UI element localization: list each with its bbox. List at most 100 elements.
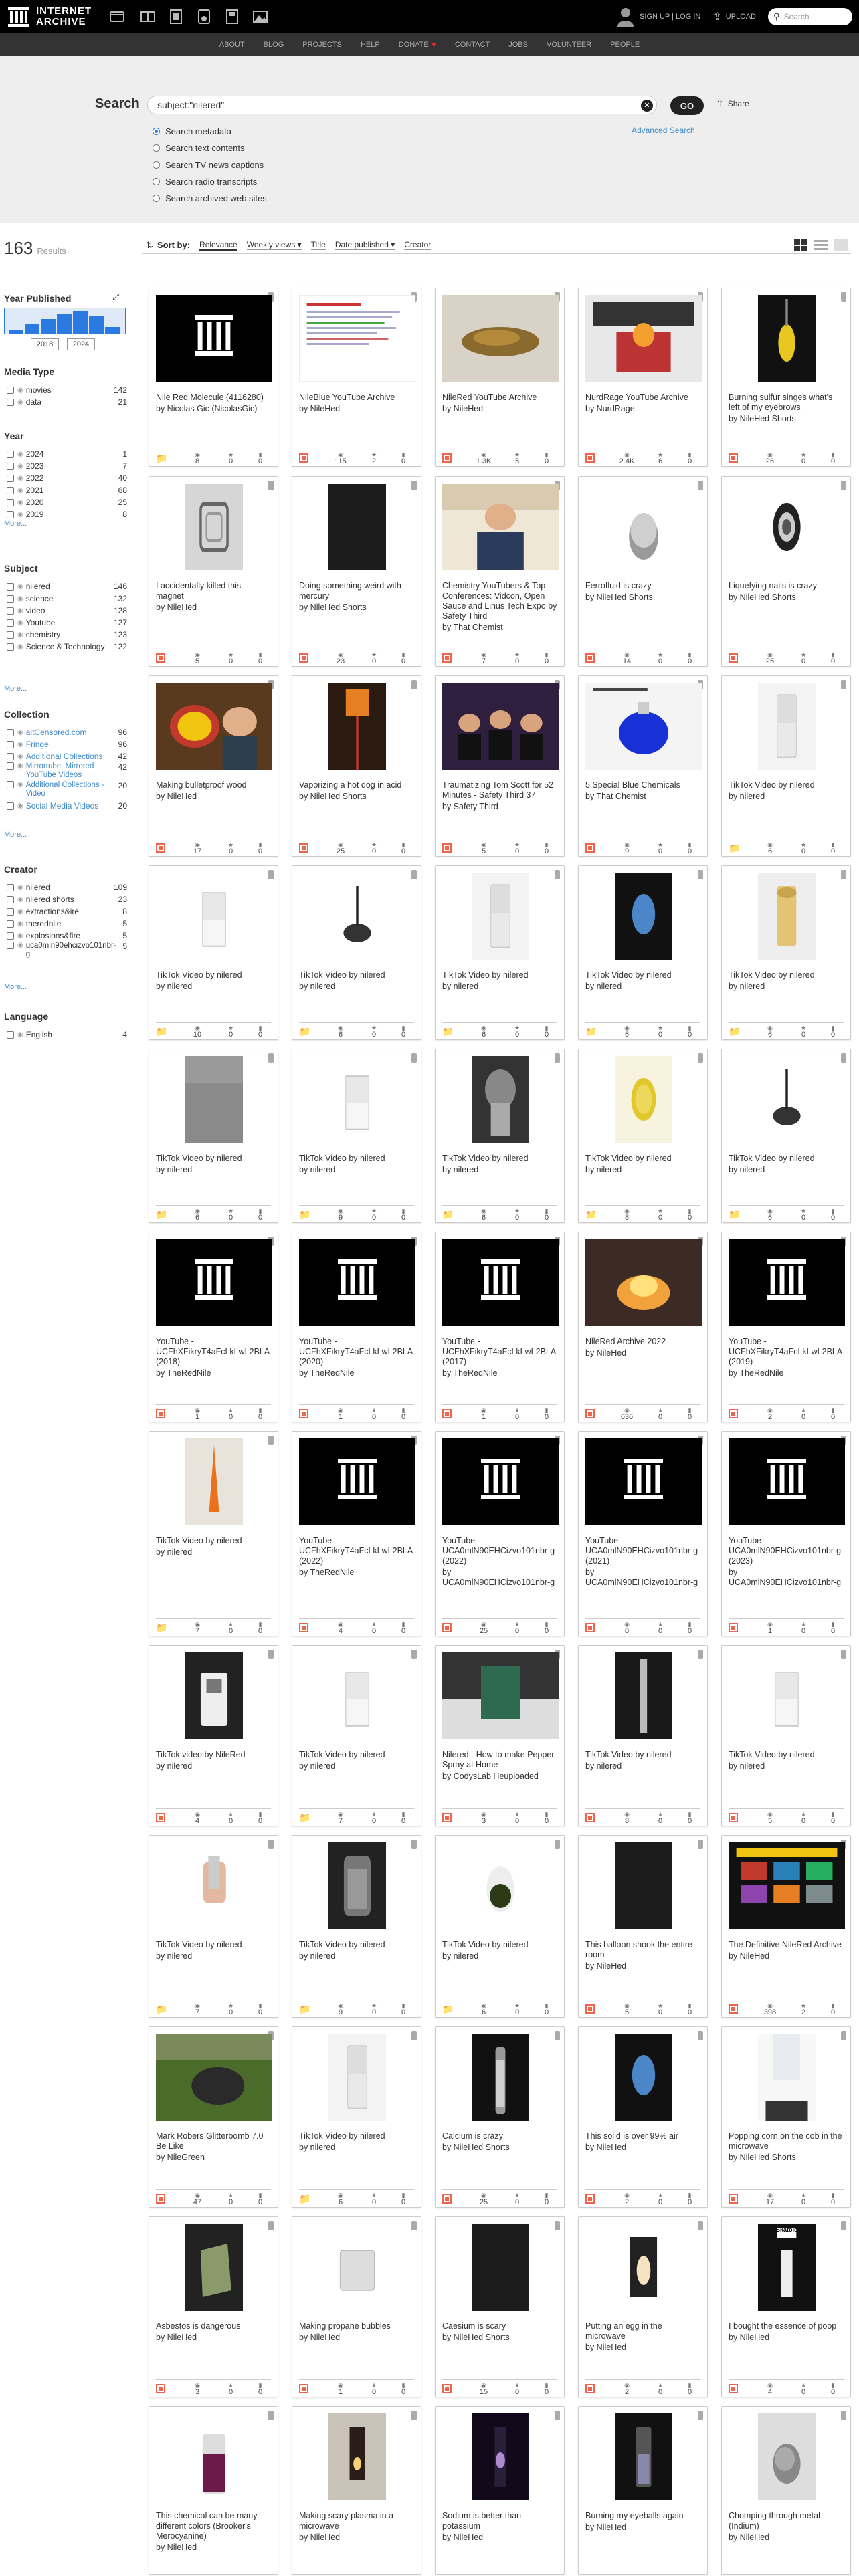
item-thumbnail[interactable] — [442, 484, 559, 570]
hide-facet-icon[interactable]: ◉ — [17, 499, 23, 506]
checkbox[interactable] — [7, 883, 14, 891]
item-thumbnail[interactable] — [185, 873, 243, 960]
item-thumbnail[interactable] — [442, 683, 559, 770]
media-facet-row[interactable]: ◉ movies 142 — [7, 384, 127, 396]
result-card[interactable]: TikTok Video by nilered by nilered 📁 ◉ 7 ★ 0 ▮ 0 — [292, 1645, 421, 1826]
result-card[interactable]: The Definitive NileRed Archive by NileHed… — [721, 1835, 851, 2018]
favorite-bookmark-icon[interactable] — [841, 680, 846, 689]
item-title[interactable]: Asbestos is dangerous — [156, 2321, 271, 2331]
item-title[interactable]: Chomping through metal (Indium) — [729, 2511, 844, 2531]
checkbox[interactable] — [7, 450, 14, 458]
facet-label[interactable]: data — [26, 397, 107, 407]
collection-facet-row[interactable]: ◉ Additional Collections - Video 20 — [7, 781, 127, 800]
item-title[interactable]: YouTube - UCFhXFikryT4aFcLkLwL2BLA (2018… — [156, 1337, 271, 1367]
result-card[interactable]: Making bulletproof wood by NileHed ◉ 17 ★ 0 ▮ 0 — [149, 675, 278, 857]
list-detail-view-icon[interactable] — [814, 239, 828, 252]
favorite-bookmark-icon[interactable] — [268, 481, 274, 490]
item-thumbnail[interactable] — [758, 1056, 816, 1143]
hide-facet-icon[interactable]: ◉ — [17, 643, 23, 651]
item-title[interactable]: Traumatizing Tom Scott for 52 Minutes - … — [442, 780, 557, 800]
collection-facet-row[interactable]: ◉ altCensored.com 96 — [7, 726, 127, 738]
item-thumbnail[interactable] — [328, 1056, 386, 1143]
item-thumbnail[interactable] — [185, 1842, 243, 1929]
subject-facet-row[interactable]: ◉ chemistry 123 — [7, 629, 127, 641]
item-title[interactable]: YouTube - UCA0mlN90EHCizvo101nbr-g (2021… — [585, 1536, 700, 1566]
facet-label[interactable]: Fringe — [26, 740, 107, 749]
result-card[interactable]: TikTok Video by nilered by nilered 📁 ◉ 6 ★ 0 ▮ 0 — [721, 865, 851, 1040]
result-card[interactable]: TikTok Video by nilered by nilered 📁 ◉ 6 ★ 0 ▮ 0 — [435, 1835, 565, 2018]
result-card[interactable]: TikTok Video by nilered by nilered 📁 ◉ 9 ★ 0 ▮ 0 — [292, 1049, 421, 1223]
favorite-bookmark-icon[interactable] — [698, 870, 703, 879]
result-card[interactable]: TikTok Video by nilered by nilered 📁 ◉ 7 ★ 0 ▮ 0 — [149, 1431, 278, 1636]
item-title[interactable]: Making propane bubbles — [299, 2321, 414, 2331]
creator-facet-row[interactable]: ◉ explosions&fire 5 — [7, 930, 127, 942]
sort-creator[interactable]: Creator — [404, 240, 432, 250]
hide-facet-icon[interactable]: ◉ — [17, 920, 23, 928]
favorite-bookmark-icon[interactable] — [411, 2221, 417, 2230]
checkbox[interactable] — [7, 740, 14, 748]
item-title[interactable]: This solid is over 99% air — [585, 2131, 700, 2141]
collection-facet-row[interactable]: ◉ Fringe 96 — [7, 738, 127, 750]
facet-label[interactable]: nilered shorts — [26, 895, 107, 904]
upload-link[interactable]: ⇪ UPLOAD — [712, 10, 756, 23]
nav-donate[interactable]: DONATE ♥ — [399, 40, 436, 49]
item-thumbnail[interactable] — [585, 683, 702, 770]
item-title[interactable]: TikTok Video by nilered — [156, 1536, 271, 1546]
sort-relevance[interactable]: Relevance — [199, 240, 237, 251]
favorite-bookmark-icon[interactable] — [841, 2031, 846, 2040]
item-thumbnail[interactable] — [299, 1239, 415, 1326]
result-card[interactable]: Putting an egg in the microwave by NileHe… — [578, 2216, 708, 2397]
facet-label[interactable]: 2019 — [26, 510, 107, 519]
item-thumbnail[interactable] — [758, 484, 816, 570]
facet-label[interactable]: uca0mln90ehcizvo101nbr-g — [26, 942, 116, 959]
item-thumbnail[interactable] — [758, 683, 816, 770]
favorite-bookmark-icon[interactable] — [841, 2411, 846, 2420]
year-from-input[interactable]: 2018 — [31, 338, 59, 350]
item-thumbnail[interactable] — [156, 683, 272, 770]
facet-label[interactable]: Additional Collections - Video — [26, 781, 107, 798]
item-thumbnail[interactable] — [185, 484, 243, 570]
result-card[interactable]: Chemistry YouTubers & Top Conferences: V… — [435, 476, 565, 667]
checkbox[interactable] — [7, 510, 14, 518]
item-title[interactable]: Nile Red Molecule (4116280) — [156, 393, 271, 403]
checkbox[interactable] — [7, 728, 14, 736]
item-title[interactable]: Burning my eyeballs again — [585, 2511, 700, 2521]
result-card[interactable]: TikTok Video by nilered by nilered 📁 ◉ 7 ★ 0 ▮ 0 — [149, 1835, 278, 2018]
facet-label[interactable]: altCensored.com — [26, 728, 107, 737]
checkbox[interactable] — [7, 762, 14, 770]
item-title[interactable]: TikTok Video by nilered — [729, 1750, 844, 1760]
result-card[interactable]: Doing something weird with mercury by Nil… — [292, 476, 421, 667]
list-compact-view-icon[interactable] — [834, 239, 848, 252]
item-thumbnail[interactable] — [615, 1842, 672, 1929]
item-title[interactable]: TikTok Video by nilered — [585, 1750, 700, 1760]
checkbox[interactable] — [7, 895, 14, 903]
hide-facet-icon[interactable]: ◉ — [17, 631, 23, 639]
item-title[interactable]: Making scary plasma in a microwave — [299, 2511, 414, 2531]
result-card[interactable]: TikTok Video by nilered by nilered 📁 ◉ 6 ★ 0 ▮ 0 — [721, 675, 851, 857]
item-thumbnail[interactable] — [472, 1056, 529, 1143]
item-title[interactable]: TikTok Video by nilered — [442, 1940, 557, 1950]
favorite-bookmark-icon[interactable] — [555, 1840, 560, 1849]
checkbox[interactable] — [7, 486, 14, 494]
top-search-box[interactable]: ⚲ Search — [768, 8, 852, 25]
result-card[interactable]: YouTube - UCFhXFikryT4aFcLkLwL2BLA (2017… — [435, 1232, 565, 1422]
signup-login-link[interactable]: SIGN UP | LOG IN — [617, 7, 700, 27]
item-thumbnail[interactable] — [729, 1842, 845, 1929]
favorite-bookmark-icon[interactable] — [411, 1053, 417, 1063]
hide-facet-icon[interactable]: ◉ — [17, 1031, 23, 1039]
search-option-tv[interactable]: Search TV news captions — [153, 156, 267, 173]
expand-histogram-icon[interactable]: ⤢ — [112, 292, 119, 302]
facet-label[interactable]: 2021 — [26, 486, 107, 495]
result-card[interactable]: This balloon shook the entire room by Nil… — [578, 1835, 708, 2018]
nav-projects[interactable]: PROJECTS — [302, 41, 342, 49]
result-card[interactable]: YouTube - UCFhXFikryT4aFcLkLwL2BLA (2019… — [721, 1232, 851, 1422]
item-title[interactable]: YouTube - UCFhXFikryT4aFcLkLwL2BLA (2017… — [442, 1337, 557, 1367]
item-title[interactable]: YouTube - UCFhXFikryT4aFcLkLwL2BLA (2022… — [299, 1536, 414, 1566]
facet-label[interactable]: science — [26, 594, 107, 603]
internet-archive-logo[interactable]: INTERNET ARCHIVE — [7, 5, 92, 29]
item-title[interactable]: TikTok Video by nilered — [442, 1154, 557, 1164]
item-title[interactable]: TikTok Video by nilered — [729, 1154, 844, 1164]
favorite-bookmark-icon[interactable] — [268, 2411, 274, 2420]
sort-date-published[interactable]: Date published ▾ — [335, 240, 395, 250]
web-icon[interactable] — [108, 8, 126, 25]
